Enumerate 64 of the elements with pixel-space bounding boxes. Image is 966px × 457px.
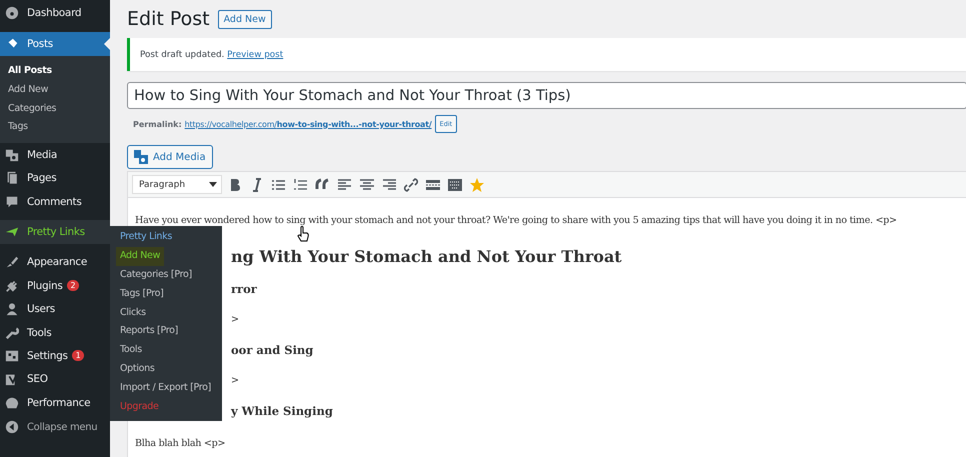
- sidebar-item[interactable]: Comments: [0, 190, 110, 214]
- sidebar-item[interactable]: Settings 1: [0, 344, 110, 368]
- submenu-item[interactable]: All Posts: [0, 62, 110, 82]
- format-dropdown[interactable]: Paragraph: [132, 175, 222, 194]
- caret-icon: [209, 182, 217, 187]
- user-icon: [5, 302, 19, 316]
- media-icon: [5, 148, 19, 162]
- page-title: Edit Post: [127, 8, 210, 30]
- collapse-icon: [5, 420, 19, 434]
- sidebar-item[interactable]: Tools: [0, 320, 110, 344]
- paragraph-text: >: [231, 374, 239, 388]
- flyout-item[interactable]: Add New: [116, 246, 164, 266]
- sidebar-item[interactable]: Dashboard: [0, 1, 110, 24]
- paragraph-text: Blha blah blah <p>: [135, 437, 226, 451]
- align-center-icon: [359, 176, 375, 192]
- submenu-item[interactable]: Categories: [0, 100, 110, 118]
- preview-post-link[interactable]: Preview post: [227, 50, 284, 60]
- keyboard-icon: [447, 176, 463, 192]
- flyout-item[interactable]: Tags [Pro]: [110, 284, 222, 304]
- sidebar-item[interactable]: Collapse menu: [0, 415, 110, 439]
- submenu-item[interactable]: Tags: [0, 118, 110, 138]
- add-new-button[interactable]: Add New: [218, 10, 272, 28]
- sidebar-item[interactable]: Pretty Links: [0, 220, 110, 244]
- align-right-icon: [381, 176, 397, 192]
- flyout-item[interactable]: Import / Export [Pro]: [110, 379, 222, 398]
- plug-icon: [5, 278, 19, 293]
- pages-icon: [5, 171, 19, 186]
- align-left-icon: [337, 176, 353, 192]
- paragraph-text: Have you ever wondered how to sing with your stomach and not your throat? We're going to share with you 5 amazing tips that will have you doing it in no time. <p>: [135, 214, 897, 228]
- subheading-text: oor and Sing: [231, 342, 314, 359]
- grid-icon: [5, 348, 19, 363]
- hand-cursor-icon: [297, 226, 309, 242]
- flyout-item[interactable]: Clicks: [110, 304, 222, 322]
- notice-message: Post draft updated. Preview post: [140, 50, 284, 60]
- link-icon: [403, 176, 419, 192]
- subheading-text: y While Singing: [231, 403, 333, 420]
- count-badge: 1: [72, 350, 84, 362]
- sidebar-item[interactable]: SEO: [0, 368, 110, 392]
- flyout-item[interactable]: Tools: [110, 341, 222, 360]
- sidebar-item[interactable]: Appearance: [0, 250, 110, 274]
- add-media-button[interactable]: Add Media: [127, 145, 213, 169]
- submenu-item[interactable]: Add New: [0, 81, 110, 100]
- post-title-field[interactable]: How to Sing With Your Stomach and Not Your Throat (3 Tips): [127, 82, 966, 109]
- subheading-text: rror: [231, 281, 257, 298]
- sidebar-item[interactable]: Users: [0, 297, 110, 321]
- flyout-item[interactable]: Pretty Links: [110, 228, 222, 247]
- permalink-link[interactable]: https://vocalhelper.com/how-to-sing-with...-not-your-throat/: [184, 120, 432, 128]
- paragraph-text: >: [231, 313, 239, 327]
- count-badge: 2: [66, 280, 80, 292]
- speech-bubble-icon: [5, 194, 19, 209]
- sidebar-item[interactable]: Media: [0, 143, 110, 167]
- media-icon: [134, 150, 148, 164]
- permalink-label: Permalink:: [133, 120, 182, 128]
- sidebar-item[interactable]: Pages: [0, 166, 110, 190]
- numbered-list-icon: [293, 176, 309, 192]
- flyout-item[interactable]: Options: [110, 360, 222, 380]
- sidebar-item[interactable]: Performance: [0, 391, 110, 414]
- flyout-item[interactable]: Categories [Pro]: [110, 266, 222, 285]
- sidebar-item[interactable]: Plugins 2: [0, 274, 110, 298]
- heading-text: ng With Your Stomach and Not Your Throat: [231, 246, 622, 268]
- wrench-icon: [5, 326, 19, 340]
- flyout-item[interactable]: Reports [Pro]: [110, 322, 222, 342]
- paintbrush-icon: [5, 255, 19, 270]
- sidebar-item[interactable]: Posts: [0, 32, 110, 56]
